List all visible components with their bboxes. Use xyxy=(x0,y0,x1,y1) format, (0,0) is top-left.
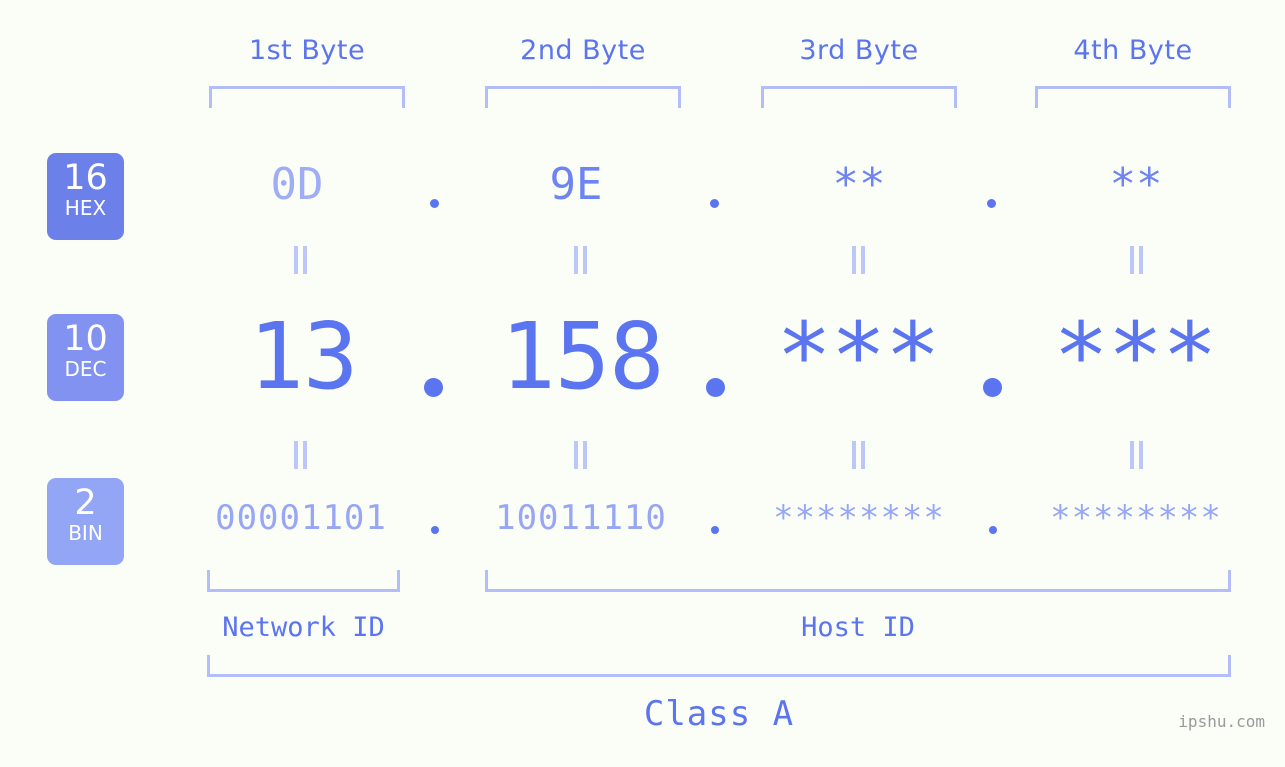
byte-header-4: 4th Byte xyxy=(1035,30,1231,72)
ip-address-breakdown-diagram: 1st Byte 2nd Byte 3rd Byte 4th Byte 16 H… xyxy=(0,0,1285,767)
bin-separator-dot-1 xyxy=(431,526,439,534)
dec-octet-3: *** xyxy=(776,303,940,410)
byte-bracket-4 xyxy=(1035,86,1231,108)
host-id-label: Host ID xyxy=(485,612,1231,644)
byte-bracket-3 xyxy=(761,86,957,108)
equals-mark-dec-bin-2 xyxy=(573,441,589,469)
equals-mark-hex-dec-1 xyxy=(293,246,309,274)
byte-header-3: 3rd Byte xyxy=(761,30,957,72)
network-id-text: Network ID xyxy=(222,612,385,643)
byte-header-label: 2nd Byte xyxy=(520,35,646,66)
bin-separator-dot-2 xyxy=(711,526,719,534)
bin-octet-3: ******** xyxy=(773,498,945,538)
class-label-text: Class A xyxy=(643,694,795,734)
byte-header-label: 3rd Byte xyxy=(799,35,919,66)
bin-octet-4: ******** xyxy=(1050,498,1222,538)
byte-header-label: 4th Byte xyxy=(1073,35,1193,66)
byte-header-label: 1st Byte xyxy=(248,35,366,66)
host-id-bracket xyxy=(485,570,1231,592)
equals-mark-dec-bin-3 xyxy=(851,441,867,469)
class-label: Class A xyxy=(207,694,1231,734)
byte-bracket-1 xyxy=(209,86,405,108)
base-badge-name: BIN xyxy=(68,521,103,545)
byte-header-1: 1st Byte xyxy=(209,30,405,72)
bin-separator-dot-3 xyxy=(989,526,997,534)
base-badge-name: DEC xyxy=(64,357,107,381)
watermark: ipshu.com xyxy=(1178,712,1265,731)
byte-bracket-2 xyxy=(485,86,681,108)
hex-separator-dot-1 xyxy=(430,199,439,208)
dec-octet-2: 158 xyxy=(500,303,664,410)
equals-mark-hex-dec-4 xyxy=(1129,246,1145,274)
hex-octet-1: 0D xyxy=(270,159,324,210)
equals-mark-dec-bin-4 xyxy=(1129,441,1145,469)
dec-octet-1: 13 xyxy=(248,303,359,410)
equals-mark-dec-bin-1 xyxy=(293,441,309,469)
hex-octet-4: ** xyxy=(1109,159,1163,210)
dec-separator-dot-3 xyxy=(983,378,1002,397)
base-badge-bin: 2 BIN xyxy=(47,478,124,565)
hex-octet-3: ** xyxy=(832,159,886,210)
hex-separator-dot-2 xyxy=(710,199,719,208)
base-badge-dec: 10 DEC xyxy=(47,314,124,401)
bin-octet-1: 00001101 xyxy=(215,498,387,538)
equals-mark-hex-dec-3 xyxy=(851,246,867,274)
network-id-bracket xyxy=(207,570,400,592)
dec-separator-dot-1 xyxy=(424,378,443,397)
hex-octet-2: 9E xyxy=(549,159,603,210)
dec-octet-4: *** xyxy=(1053,303,1217,410)
class-bracket xyxy=(207,655,1231,677)
base-badge-hex: 16 HEX xyxy=(47,153,124,240)
dec-separator-dot-2 xyxy=(706,378,725,397)
hex-separator-dot-3 xyxy=(987,199,996,208)
base-badge-number: 2 xyxy=(74,483,97,523)
network-id-label: Network ID xyxy=(207,612,400,644)
base-badge-name: HEX xyxy=(64,196,107,220)
bin-octet-2: 10011110 xyxy=(495,498,667,538)
equals-mark-hex-dec-2 xyxy=(573,246,589,274)
host-id-text: Host ID xyxy=(801,612,915,643)
base-badge-number: 16 xyxy=(63,158,108,198)
byte-header-2: 2nd Byte xyxy=(485,30,681,72)
base-badge-number: 10 xyxy=(63,319,108,359)
